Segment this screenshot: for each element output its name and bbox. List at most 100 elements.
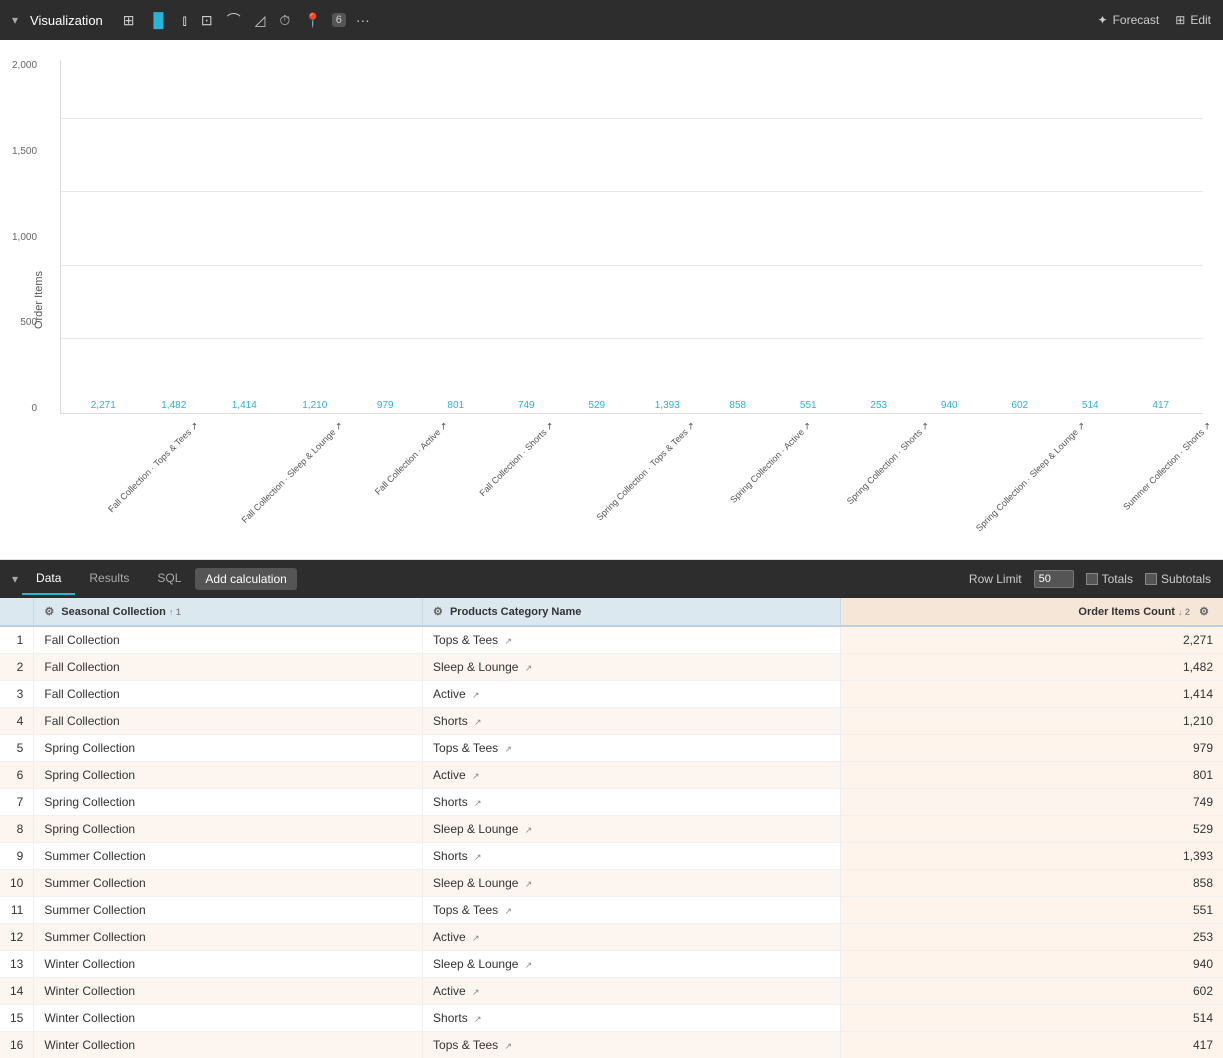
bar-value-10: 551 <box>800 400 817 411</box>
table-view-icon[interactable]: ⊞ <box>119 10 139 31</box>
totals-checkbox[interactable] <box>1086 573 1098 585</box>
gridline-1500 <box>61 191 1203 192</box>
tab-data[interactable]: Data <box>22 563 75 595</box>
table-row[interactable]: 5Spring CollectionTops & Tees ↗979 <box>0 735 1223 762</box>
table-row[interactable]: 1Fall CollectionTops & Tees ↗2,271 <box>0 626 1223 654</box>
table-row[interactable]: 13Winter CollectionSleep & Lounge ↗940 <box>0 951 1223 978</box>
gridline-1000 <box>61 265 1203 266</box>
bar-group-10[interactable]: 551 <box>776 400 841 413</box>
bar-group-6[interactable]: 749 <box>494 400 559 413</box>
trend-icon-1: ↗ <box>525 663 533 673</box>
cell-count-10: 551 <box>840 897 1223 924</box>
row-number-11: 12 <box>0 924 34 951</box>
row-number-0: 1 <box>0 626 34 654</box>
bar-chart-icon[interactable]: ▐▌ <box>145 10 173 30</box>
cell-seasonal-13: Winter Collection <box>34 978 423 1005</box>
column-chart-icon[interactable]: ⫾ <box>178 10 190 31</box>
y-label-2000: 2,000 <box>12 60 37 71</box>
cell-category-5: Active ↗ <box>423 762 841 789</box>
cell-count-0: 2,271 <box>840 626 1223 654</box>
row-limit-input[interactable] <box>1034 570 1074 588</box>
line-chart-icon[interactable]: ⌒ <box>223 8 245 32</box>
cell-seasonal-0: Fall Collection <box>34 626 423 654</box>
bar-value-4: 979 <box>377 400 394 411</box>
row-number-15: 16 <box>0 1032 34 1058</box>
bar-group-4[interactable]: 979 <box>353 400 418 413</box>
table-row[interactable]: 14Winter CollectionActive ↗602 <box>0 978 1223 1005</box>
table-row[interactable]: 16Winter CollectionTops & Tees ↗417 <box>0 1032 1223 1058</box>
seasonal-collection-sort-icon[interactable]: ↑ 1 <box>169 607 181 617</box>
cell-seasonal-14: Winter Collection <box>34 1005 423 1032</box>
x-label-5: Spring Collection · Active ↗ <box>696 414 806 431</box>
forecast-label: Forecast <box>1113 13 1160 27</box>
pin-icon[interactable]: 📍 <box>300 10 325 31</box>
edit-icon: ⊞ <box>1175 13 1185 27</box>
subtotals-checkbox[interactable] <box>1145 573 1157 585</box>
bar-group-11[interactable]: 253 <box>847 400 912 413</box>
bar-group-12[interactable]: 940 <box>917 400 982 413</box>
trend-icon-8: ↗ <box>474 852 482 862</box>
bar-group-8[interactable]: 1,393 <box>635 400 700 413</box>
scatter-icon[interactable]: ⊡ <box>197 10 217 31</box>
cell-seasonal-5: Spring Collection <box>34 762 423 789</box>
order-items-gear-icon[interactable]: ⚙ <box>1199 606 1209 618</box>
cell-seasonal-12: Winter Collection <box>34 951 423 978</box>
table-row[interactable]: 11Summer CollectionTops & Tees ↗551 <box>0 897 1223 924</box>
viz-type-icons: ⊞ ▐▌ ⫾ ⊡ ⌒ ◿ ⏱ 📍 6 ··· <box>119 8 374 32</box>
row-number-1: 2 <box>0 654 34 681</box>
x-label-text-8: Summer Collection · Shorts ↗ <box>1121 420 1214 513</box>
y-axis-labels: 2,000 1,500 1,000 500 0 <box>12 60 37 414</box>
bar-group-0[interactable]: 2,271 <box>71 400 136 413</box>
bar-group-5[interactable]: 801 <box>424 400 489 413</box>
bar-group-1[interactable]: 1,482 <box>142 400 207 413</box>
area-chart-icon[interactable]: ◿ <box>251 10 270 31</box>
bar-value-15: 417 <box>1152 400 1169 411</box>
bar-group-15[interactable]: 417 <box>1129 400 1194 413</box>
bar-group-13[interactable]: 602 <box>988 400 1053 413</box>
trend-icon-9: ↗ <box>525 879 533 889</box>
time-icon[interactable]: ⏱ <box>275 10 294 31</box>
totals-checkbox-label[interactable]: Totals <box>1086 572 1133 586</box>
bar-group-14[interactable]: 514 <box>1058 400 1123 413</box>
seasonal-collection-gear-icon[interactable]: ⚙ <box>44 606 54 618</box>
trend-icon-3: ↗ <box>474 717 482 727</box>
category-gear-icon[interactable]: ⚙ <box>433 606 443 618</box>
table-row[interactable]: 8Spring CollectionSleep & Lounge ↗529 <box>0 816 1223 843</box>
order-items-sort-icon[interactable]: ↓ 2 <box>1178 607 1190 617</box>
table-row[interactable]: 10Summer CollectionSleep & Lounge ↗858 <box>0 870 1223 897</box>
table-row[interactable]: 9Summer CollectionShorts ↗1,393 <box>0 843 1223 870</box>
table-row[interactable]: 4Fall CollectionShorts ↗1,210 <box>0 708 1223 735</box>
bar-value-13: 602 <box>1011 400 1028 411</box>
table-row[interactable]: 6Spring CollectionActive ↗801 <box>0 762 1223 789</box>
tab-results[interactable]: Results <box>75 563 143 595</box>
table-body: 1Fall CollectionTops & Tees ↗2,2712Fall … <box>0 626 1223 1058</box>
bar-group-2[interactable]: 1,414 <box>212 400 277 413</box>
trend-icon-14: ↗ <box>474 1014 482 1024</box>
more-icon[interactable]: ··· <box>352 10 374 30</box>
add-calculation-button[interactable]: Add calculation <box>195 568 296 590</box>
x-label-text-5: Spring Collection · Active ↗ <box>728 420 814 506</box>
table-row[interactable]: 7Spring CollectionShorts ↗749 <box>0 789 1223 816</box>
table-row[interactable]: 15Winter CollectionShorts ↗514 <box>0 1005 1223 1032</box>
table-row[interactable]: 2Fall CollectionSleep & Lounge ↗1,482 <box>0 654 1223 681</box>
tab-sql[interactable]: SQL <box>143 563 195 595</box>
x-label-6: Spring Collection · Shorts ↗ <box>812 414 924 431</box>
bar-group-9[interactable]: 858 <box>706 400 771 413</box>
row-limit-label: Row Limit <box>969 572 1022 586</box>
main-toolbar: ▾ Visualization ⊞ ▐▌ ⫾ ⊡ ⌒ ◿ ⏱ 📍 6 ··· ✦… <box>0 0 1223 40</box>
cell-seasonal-7: Spring Collection <box>34 816 423 843</box>
table-header: ⚙ Seasonal Collection ↑ 1 ⚙ Products Cat… <box>0 598 1223 626</box>
bar-group-3[interactable]: 1,210 <box>283 400 348 413</box>
badge-6[interactable]: 6 <box>332 13 346 27</box>
col-order-items-count: Order Items Count ↓ 2 ⚙ <box>840 598 1223 626</box>
visualization-dropdown-icon[interactable]: ▾ <box>12 13 18 27</box>
cell-category-15: Tops & Tees ↗ <box>423 1032 841 1058</box>
edit-button[interactable]: ⊞ Edit <box>1175 13 1211 27</box>
bar-group-7[interactable]: 529 <box>565 400 630 413</box>
cell-count-4: 979 <box>840 735 1223 762</box>
table-row[interactable]: 12Summer CollectionActive ↗253 <box>0 924 1223 951</box>
table-row[interactable]: 3Fall CollectionActive ↗1,414 <box>0 681 1223 708</box>
data-panel-dropdown-icon[interactable]: ▾ <box>12 572 18 586</box>
forecast-button[interactable]: ✦ Forecast <box>1098 13 1160 27</box>
subtotals-checkbox-label[interactable]: Subtotals <box>1145 572 1211 586</box>
